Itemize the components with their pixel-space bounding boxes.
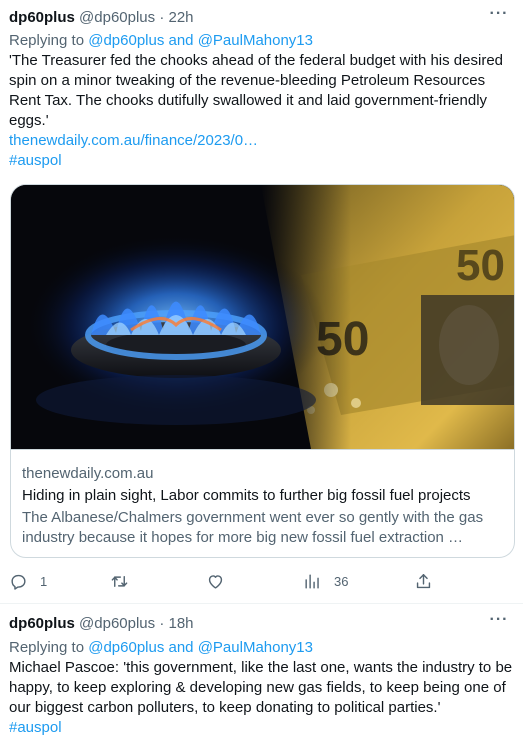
replying-to-label: Replying to [9, 32, 85, 49]
reply-count: 1 [40, 573, 48, 589]
card-description: The Albanese/Chalmers government went ev… [22, 509, 484, 546]
tweet-header: dp60plus @dp60plus · 18h [9, 614, 483, 634]
article-link[interactable]: thenewdaily.com.au/finance/2023/0… [9, 131, 514, 151]
reply-icon [11, 574, 26, 590]
share-button[interactable] [414, 566, 433, 596]
tweet[interactable]: dp60plus @dp60plus · 22h ··· Replying to… [0, 0, 523, 604]
card-meta[interactable]: thenewdaily.com.au Hiding in plain sight… [11, 449, 514, 557]
more-icon[interactable]: ··· [487, 612, 511, 633]
views-icon [305, 573, 319, 589]
card-image[interactable]: 50 50 [11, 185, 514, 449]
replying-to-users[interactable]: @dp60plus and @PaulMahony13 [88, 639, 313, 656]
like-button[interactable] [206, 566, 237, 596]
retweet-icon [111, 575, 128, 587]
heart-icon [208, 574, 223, 589]
author-handle[interactable]: @dp60plus [79, 9, 155, 26]
replying-to: Replying to @dp60plus and @PaulMahony13 [9, 31, 313, 51]
tweet-text: 'The Treasurer fed the chooks ahead of t… [9, 51, 514, 171]
author-name[interactable]: dp60plus [9, 9, 75, 26]
share-icon [416, 573, 431, 588]
svg-text:50: 50 [456, 241, 505, 290]
tweet-text-content: 'The Treasurer fed the chooks ahead of t… [9, 52, 504, 129]
gas-flame-money-image: 50 50 [11, 185, 514, 449]
replying-to-users[interactable]: @dp60plus and @PaulMahony13 [88, 32, 313, 49]
action-bar: 1 36 [0, 566, 523, 596]
replying-to-label: Replying to [9, 639, 85, 656]
views-count: 36 [334, 573, 349, 589]
author-name[interactable]: dp60plus [9, 615, 75, 632]
hashtag-auspol[interactable]: #auspol [9, 151, 514, 171]
tweet-text-content: Michael Pascoe: 'this government, like t… [9, 659, 513, 716]
more-icon[interactable]: ··· [487, 6, 511, 27]
card-title: Hiding in plain sight, Labor commits to … [22, 487, 471, 504]
tweet-header: dp60plus @dp60plus · 22h [9, 8, 483, 28]
tweet-time[interactable]: 22h [169, 9, 194, 26]
card-domain: thenewdaily.com.au [22, 465, 154, 482]
tweet-text: Michael Pascoe: 'this government, like t… [9, 658, 514, 738]
views-button[interactable]: 36 [303, 566, 348, 596]
separator-dot: · [159, 615, 165, 632]
tweet[interactable]: dp60plus @dp60plus · 18h ··· Replying to… [0, 604, 523, 740]
reply-button[interactable]: 1 [9, 566, 47, 596]
tweet-time[interactable]: 18h [169, 615, 194, 632]
link-card[interactable]: 50 50 thenewdaily.com.au Hiding in plain… [10, 184, 515, 558]
author-handle[interactable]: @dp60plus [79, 615, 155, 632]
replying-to: Replying to @dp60plus and @PaulMahony13 [9, 638, 313, 658]
separator-dot: · [159, 9, 165, 26]
retweet-button[interactable] [110, 566, 141, 596]
hashtag-auspol[interactable]: #auspol [9, 718, 514, 738]
